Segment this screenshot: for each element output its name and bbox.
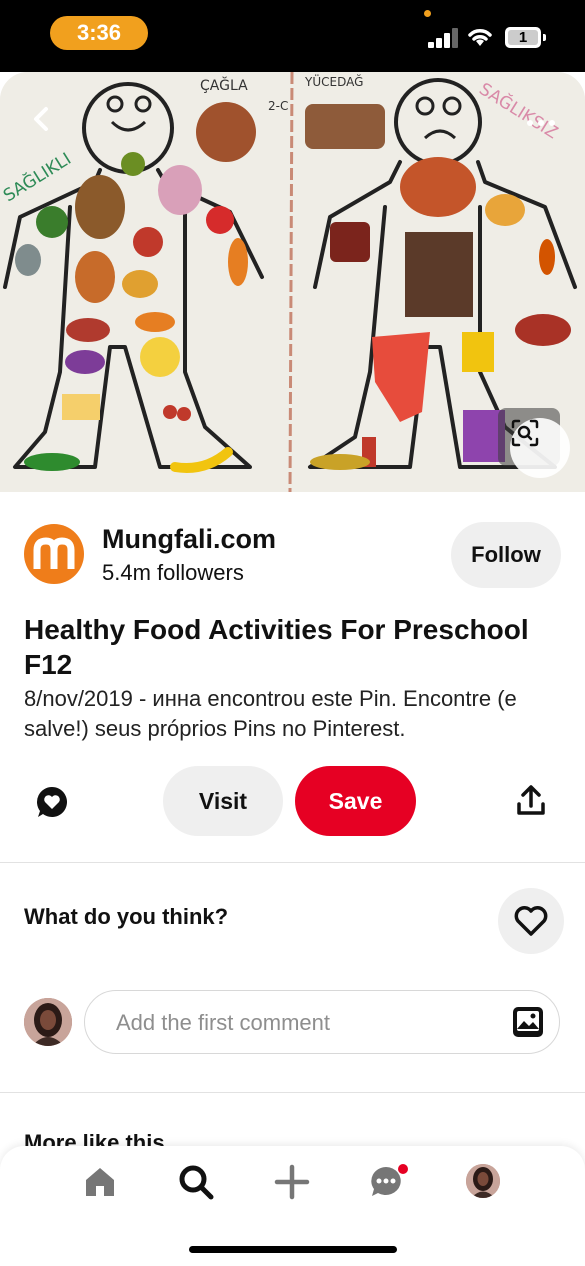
comments-prompt: What do you think?: [24, 904, 229, 929]
creator-name[interactable]: Mungfali.com: [102, 524, 276, 555]
lens-search-icon: [511, 419, 539, 447]
save-button[interactable]: Save: [295, 766, 416, 836]
section-divider: [0, 862, 585, 863]
creator-logo[interactable]: [24, 524, 84, 584]
cellular-signal-icon: [428, 28, 460, 48]
add-image-icon[interactable]: [511, 1005, 545, 1039]
visit-button[interactable]: Visit: [163, 766, 283, 836]
nav-profile[interactable]: [466, 1164, 500, 1198]
comment-reaction-icon[interactable]: [34, 784, 70, 820]
battery-level: 1: [518, 29, 528, 46]
more-options-button[interactable]: [519, 108, 563, 138]
pin-image[interactable]: ÇAĞLA YÜCEDAĞ 2-C SAĞLIKLI SAĞLIKSIZ: [0, 72, 585, 492]
mungfali-logo-icon: [33, 537, 75, 569]
search-icon: [179, 1165, 214, 1200]
svg-text:2-C: 2-C: [268, 99, 288, 113]
heart-icon: [514, 906, 548, 936]
home-indicator[interactable]: [189, 1246, 397, 1253]
svg-text:ÇAĞLA: ÇAĞLA: [200, 76, 248, 94]
plus-icon: [274, 1164, 310, 1200]
comment-input[interactable]: [114, 1003, 498, 1043]
share-icon[interactable]: [514, 784, 548, 818]
visual-search-button[interactable]: [510, 418, 570, 478]
more-dot-icon: [549, 120, 555, 126]
profile-avatar-icon: [466, 1164, 500, 1198]
avatar-photo: [24, 998, 72, 1046]
react-button[interactable]: [498, 888, 564, 954]
pin-description: 8/nov/2019 - инна encontrou este Pin. En…: [24, 686, 517, 741]
nav-search[interactable]: [176, 1162, 216, 1202]
section-divider: [0, 1092, 585, 1093]
pin-image-drawing: ÇAĞLA YÜCEDAĞ 2-C SAĞLIKLI SAĞLIKSIZ: [0, 72, 585, 492]
svg-text:YÜCEDAĞ: YÜCEDAĞ: [304, 73, 363, 89]
more-dot-icon: [527, 120, 533, 126]
nav-messages[interactable]: [368, 1162, 408, 1202]
pin-title: Healthy Food Activities For Preschool F1…: [24, 614, 529, 680]
back-button[interactable]: [30, 106, 70, 146]
more-dot-icon: [538, 120, 544, 126]
status-bar: 3:36 1: [0, 0, 585, 72]
wifi-icon: [468, 29, 492, 46]
status-time[interactable]: 3:36: [50, 16, 148, 50]
pin-actions: Visit Save: [0, 766, 585, 836]
chevron-left-icon: [34, 107, 48, 131]
comment-field[interactable]: [84, 990, 560, 1054]
follow-button[interactable]: Follow: [451, 522, 561, 588]
user-avatar[interactable]: [24, 998, 72, 1046]
pin-creator: Mungfali.com 5.4m followers Follow: [24, 522, 564, 588]
nav-home[interactable]: [80, 1162, 120, 1202]
home-icon: [86, 1168, 114, 1196]
privacy-indicator-dot: [424, 10, 431, 17]
notification-dot: [398, 1164, 408, 1174]
follower-count: 5.4m followers: [102, 560, 244, 585]
battery-icon: 1: [505, 27, 546, 48]
nav-create[interactable]: [272, 1162, 312, 1202]
chat-bubble-icon: [371, 1164, 408, 1196]
